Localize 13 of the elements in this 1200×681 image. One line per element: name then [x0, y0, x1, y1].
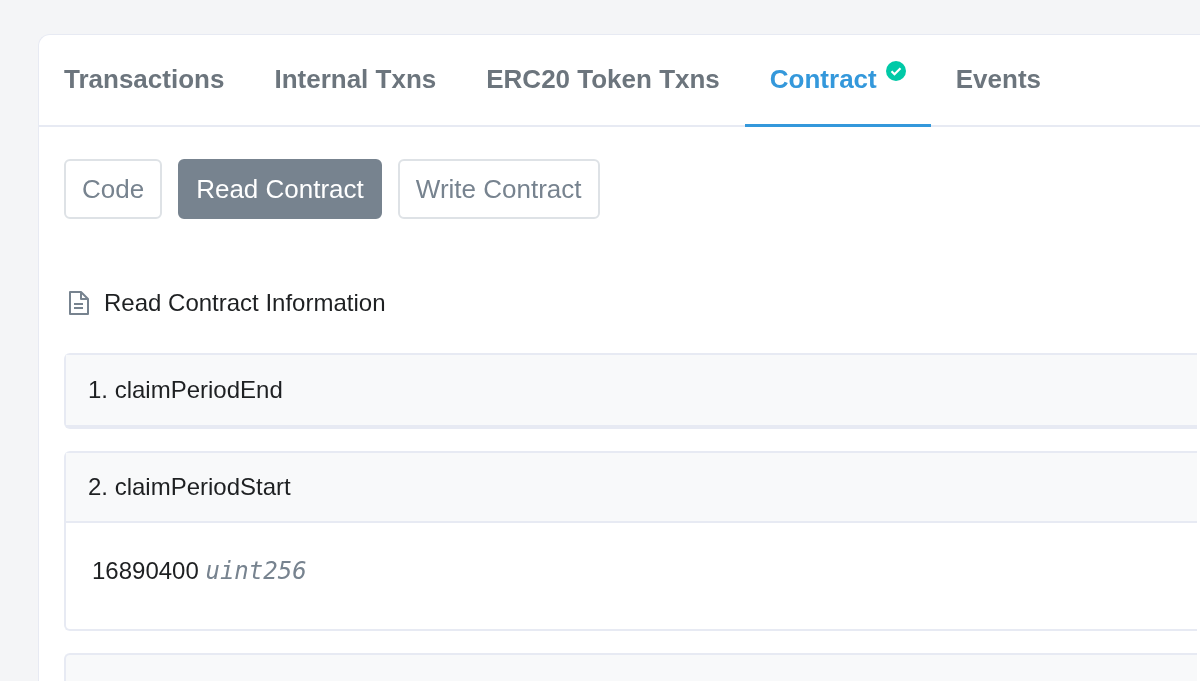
tab[interactable]: Contract	[744, 35, 931, 127]
sub-tab-button[interactable]: Read Contract	[178, 159, 382, 219]
tab[interactable]: Transactions	[39, 35, 250, 127]
sub-tab-button[interactable]: Code	[64, 159, 163, 219]
tab[interactable]: Events	[930, 35, 1066, 127]
tab[interactable]: ERC20 Token Txns	[461, 35, 745, 127]
sub-tab-button[interactable]: Write Contract	[397, 159, 600, 219]
section-title: Read Contract Information	[104, 288, 386, 318]
function-name[interactable]: 1. claimPeriodEnd	[88, 372, 283, 408]
tab[interactable]: Internal Txns	[249, 35, 462, 127]
return-type: uint256	[205, 557, 307, 585]
function-name[interactable]: 2. claimPeriodStart	[88, 469, 291, 505]
return-value: 16890400	[92, 557, 199, 584]
